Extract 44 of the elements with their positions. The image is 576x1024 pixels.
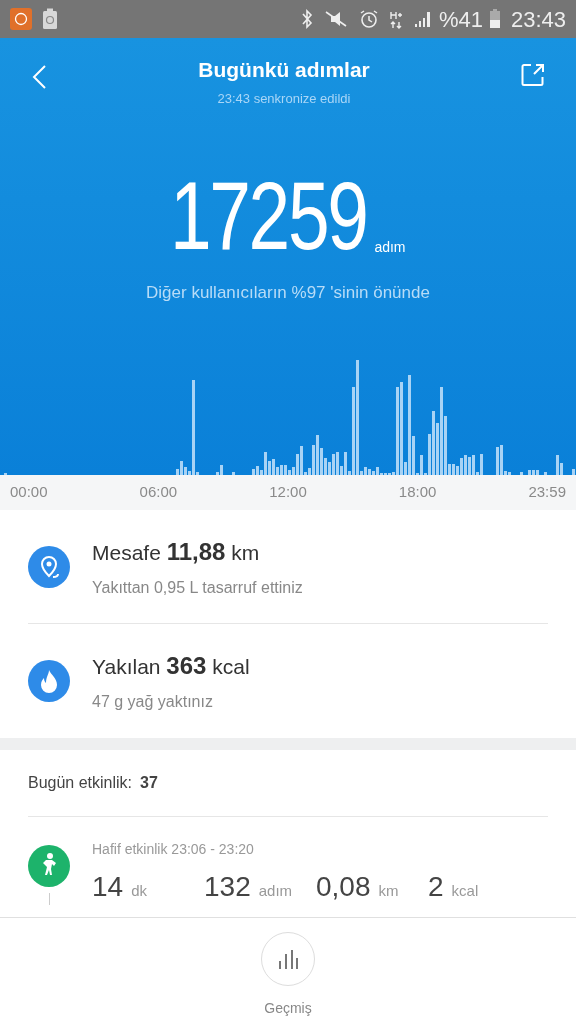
sync-status: 23:43 senkronize edildi xyxy=(217,89,351,108)
time-axis-label: 06:00 xyxy=(139,482,178,503)
step-unit: adım xyxy=(374,238,406,257)
stat-unit: adım xyxy=(258,881,293,901)
network-type-icon xyxy=(388,9,403,29)
recycle-notification-icon xyxy=(42,8,58,30)
step-bar xyxy=(572,469,575,475)
location-pin-icon xyxy=(28,545,70,588)
summary-title: Yakılan 363 kcal xyxy=(92,651,250,681)
time-axis-label: 00:00 xyxy=(10,482,48,503)
history-button[interactable]: Geçmiş xyxy=(261,932,315,1019)
step-bar xyxy=(544,472,547,475)
signal-icon xyxy=(412,9,433,29)
step-bar xyxy=(232,472,235,475)
time-axis-label: 18:00 xyxy=(398,482,437,503)
battery-icon xyxy=(488,9,501,29)
stat-value: 0,08 xyxy=(316,870,371,904)
summary-subtitle: Yakıttan 0,95 L tasarruf ettiniz xyxy=(92,577,303,598)
ranking-text: Diğer kullanıcıların %97 'sinin önünde xyxy=(145,282,431,304)
summary-title: Mesafe 11,88 km xyxy=(92,536,261,567)
alarm-icon xyxy=(358,9,379,29)
battery-percentage: %41 xyxy=(438,5,483,34)
page-title: Bugünkü adımlar xyxy=(198,57,370,83)
stat-unit: kcal xyxy=(451,881,479,901)
activity-count: 37 xyxy=(140,773,158,793)
stat-unit: km xyxy=(378,881,399,901)
stat-unit: dk xyxy=(131,881,147,901)
back-button[interactable] xyxy=(30,64,48,90)
time-axis-label: 23:59 xyxy=(528,482,566,503)
clock-time: 23:43 xyxy=(510,5,566,34)
stat-value: 2 xyxy=(428,870,444,904)
time-axis-label: 12:00 xyxy=(269,482,307,503)
share-button[interactable] xyxy=(520,62,546,88)
stat-value: 132 xyxy=(204,870,251,904)
bluetooth-icon xyxy=(300,9,313,29)
walking-person-icon xyxy=(28,845,70,887)
app-notification-icon xyxy=(10,8,32,30)
flame-icon xyxy=(28,660,70,702)
stat-value: 14 xyxy=(92,870,124,904)
activity-label: Bugün etkinlik: xyxy=(28,773,133,793)
step-bar xyxy=(520,472,523,475)
step-count: 17259 xyxy=(170,174,367,258)
summary-subtitle: 47 g yağ yaktınız xyxy=(92,692,214,712)
activity-title: Hafif etkinlik 23:06 - 23:20 xyxy=(92,840,255,859)
